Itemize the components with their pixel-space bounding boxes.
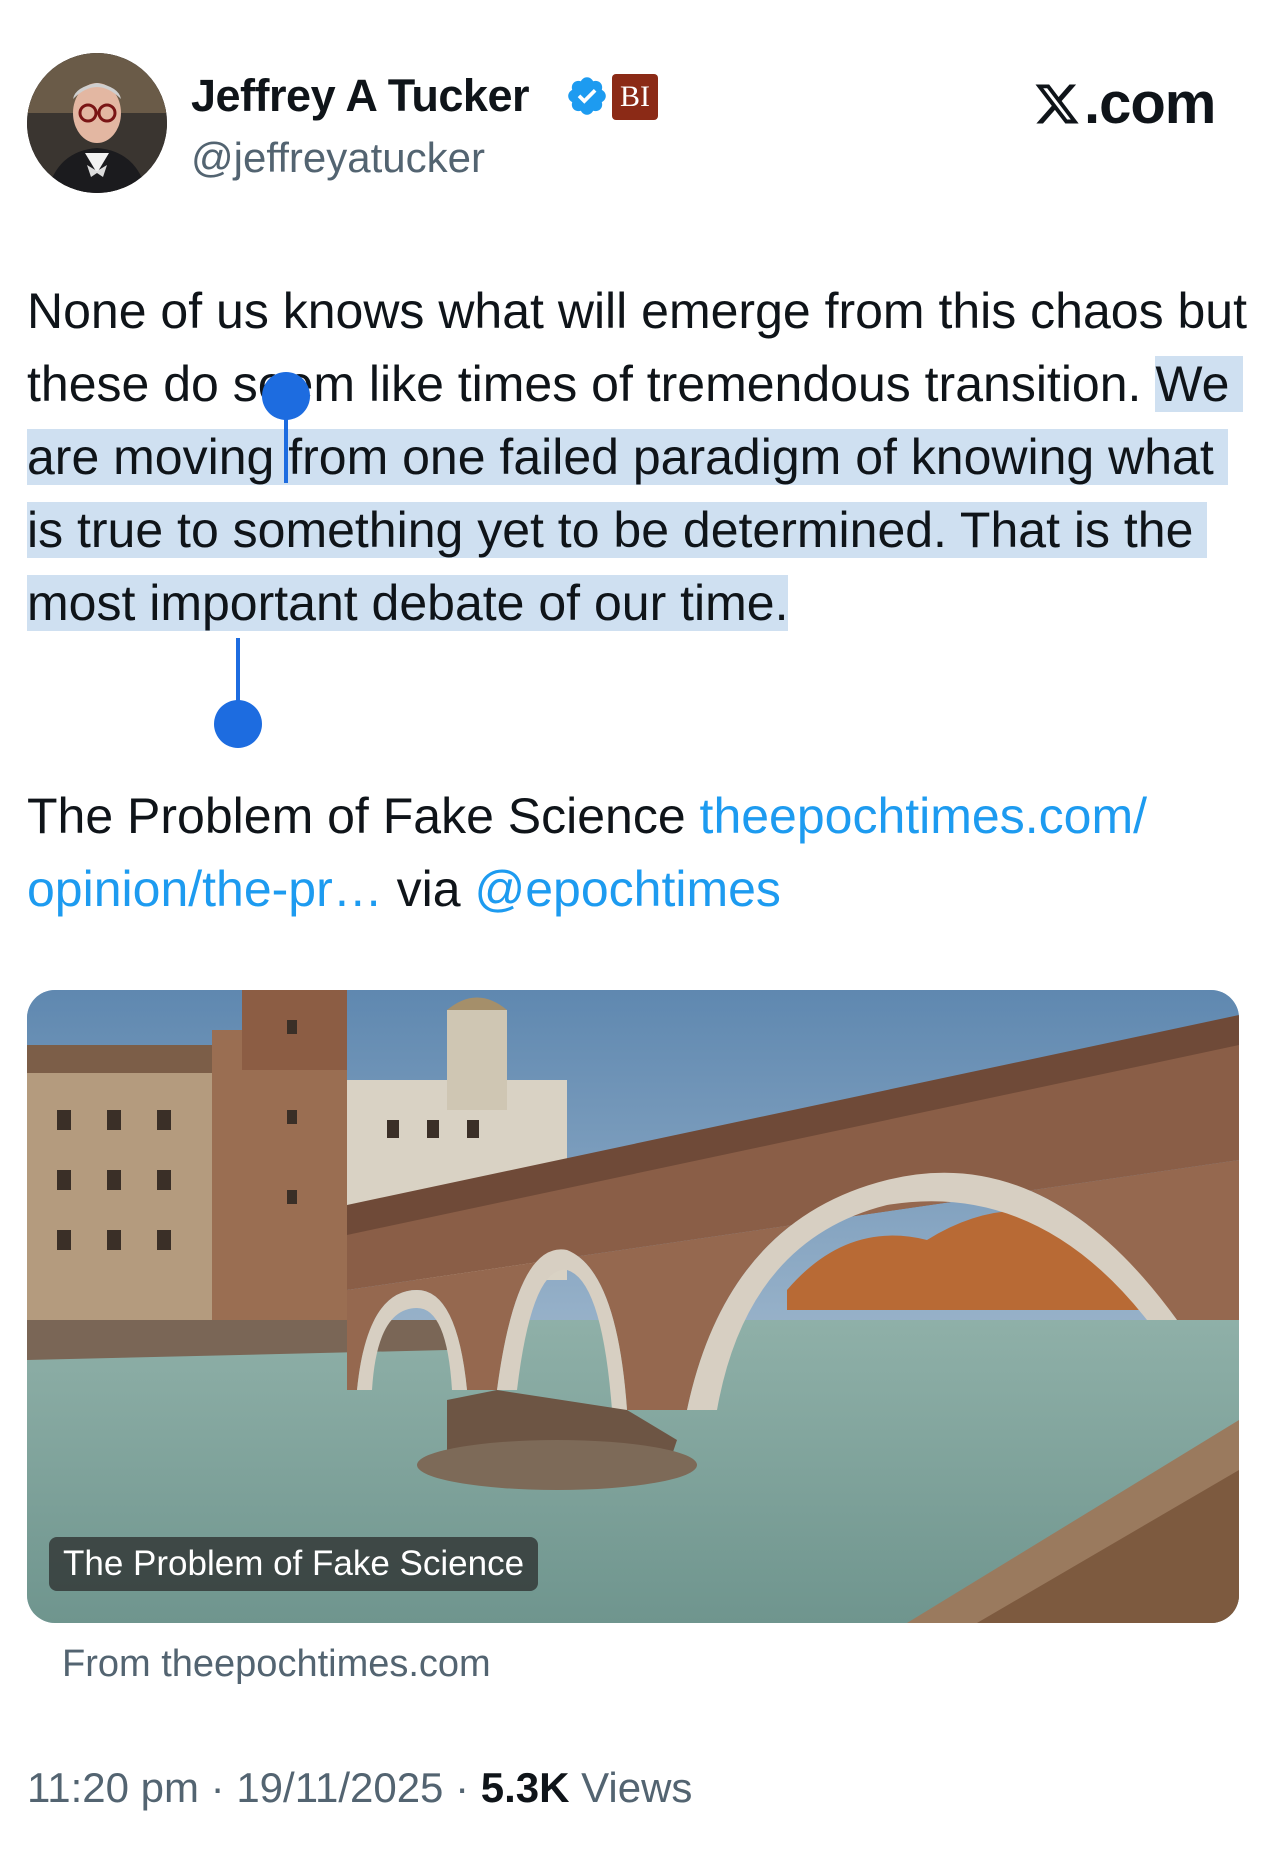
tweet-meta: 11:20 pm · 19/11/2025 · 5.3K Views: [27, 1760, 692, 1816]
tweet-text-unselected: None of us knows what will emerge from t…: [27, 283, 1261, 412]
selection-start-handle[interactable]: [262, 372, 310, 420]
author-handle[interactable]: @jeffreyatucker: [191, 132, 485, 184]
card-image: [27, 990, 1239, 1623]
tweet-date[interactable]: 19/11/2025: [236, 1764, 443, 1811]
meta-separator: ·: [443, 1764, 481, 1811]
tweet-text[interactable]: None of us knows what will emerge from t…: [27, 275, 1247, 640]
selection-end-handle[interactable]: [214, 700, 262, 748]
article-title-text: The Problem of Fake Science: [27, 788, 700, 844]
avatar[interactable]: [27, 53, 167, 193]
x-com-brand: .com: [1032, 71, 1216, 136]
mention-link[interactable]: @epochtimes: [474, 861, 780, 917]
meta-separator: ·: [199, 1764, 237, 1811]
author-display-name[interactable]: Jeffrey A Tucker: [191, 68, 529, 124]
avatar-image: [27, 53, 167, 193]
affiliation-badge[interactable]: BI: [612, 74, 658, 120]
card-source[interactable]: From theepochtimes.com: [62, 1638, 491, 1690]
tweet-link-line: The Problem of Fake Science theepochtime…: [27, 780, 1247, 926]
tweet-time[interactable]: 11:20 pm: [27, 1764, 199, 1811]
via-text: via: [382, 861, 475, 917]
views-label: Views: [569, 1764, 693, 1811]
x-logo-icon: [1035, 84, 1079, 124]
link-card[interactable]: The Problem of Fake Science: [27, 990, 1239, 1623]
card-title-overlay: The Problem of Fake Science: [49, 1537, 539, 1591]
views-count[interactable]: 5.3K: [481, 1764, 570, 1811]
verified-badge-icon: [568, 77, 606, 115]
site-suffix: .com: [1084, 71, 1216, 136]
